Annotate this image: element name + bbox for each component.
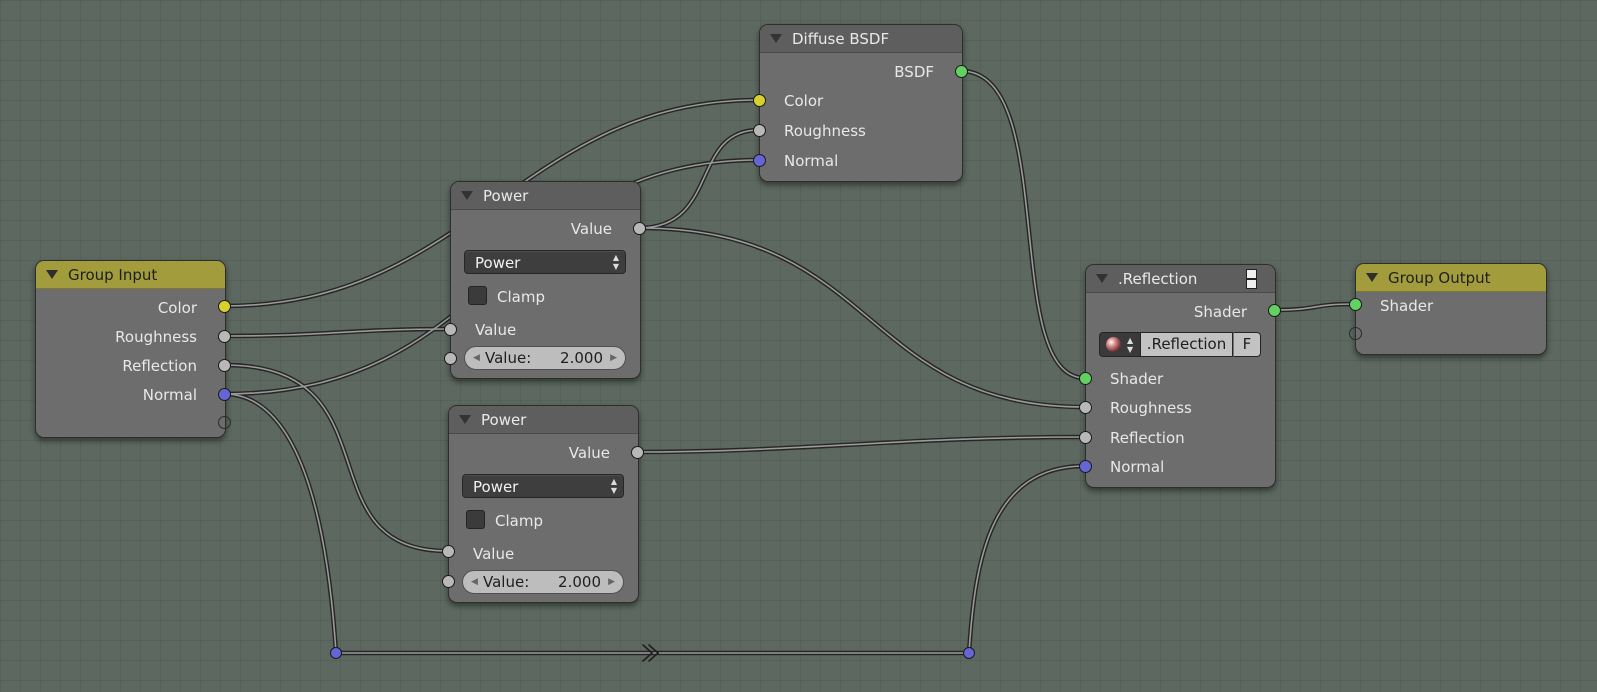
socket-in-roughness[interactable] bbox=[1078, 400, 1092, 414]
socket-out-bsdf[interactable] bbox=[954, 64, 968, 78]
node-group-icon[interactable] bbox=[1246, 269, 1264, 289]
operation-dropdown[interactable]: Power ▲ ▼ bbox=[464, 250, 626, 274]
socket-in-value[interactable] bbox=[443, 322, 457, 336]
dropdown-arrows-icon: ▲ ▼ bbox=[610, 477, 617, 495]
socket-in-empty[interactable] bbox=[1348, 326, 1362, 340]
decrement-arrow-icon[interactable]: ◀ bbox=[471, 571, 478, 593]
input-label-value: Value bbox=[473, 545, 515, 563]
node-header[interactable]: Group Input bbox=[36, 261, 225, 289]
link-power1-to-diffuse-roughness bbox=[636, 127, 762, 231]
collapse-triangle-icon[interactable] bbox=[770, 34, 782, 43]
collapse-triangle-icon[interactable] bbox=[1366, 273, 1378, 282]
value-number-field[interactable]: ◀ Value: 2.000 ▶ bbox=[464, 346, 626, 370]
field-value: 2.000 bbox=[558, 573, 601, 591]
input-label-normal: Normal bbox=[1110, 458, 1165, 476]
power-node-1[interactable]: Power Value Power ▲ ▼ Clamp Value ◀ Value… bbox=[450, 181, 641, 379]
socket-in-value-2[interactable] bbox=[441, 574, 455, 588]
output-label-color: Color bbox=[157, 299, 197, 317]
link-power1-to-reflection-roughness bbox=[636, 225, 1088, 410]
socket-in-normal[interactable] bbox=[752, 153, 766, 167]
browse-arrows-icon: ▲ ▼ bbox=[1127, 336, 1134, 354]
collapse-triangle-icon[interactable] bbox=[1096, 274, 1108, 283]
material-ball-icon bbox=[1106, 337, 1121, 352]
clamp-checkbox[interactable] bbox=[468, 286, 487, 305]
link-bsdf-to-reflection-shader bbox=[958, 68, 1088, 381]
link-reroute-to-reflection-normal bbox=[966, 463, 1088, 656]
group-input-node[interactable]: Group Input Color Roughness Reflection N… bbox=[35, 260, 226, 438]
reroute-node[interactable] bbox=[330, 647, 342, 659]
input-label-reflection: Reflection bbox=[1110, 429, 1185, 447]
input-label-normal: Normal bbox=[784, 152, 839, 170]
node-header[interactable]: Diffuse BSDF bbox=[760, 25, 962, 53]
output-label-value: Value bbox=[570, 220, 612, 238]
socket-out-color[interactable] bbox=[217, 299, 231, 313]
socket-in-normal[interactable] bbox=[1078, 459, 1092, 473]
dropdown-arrows-icon: ▲ ▼ bbox=[612, 253, 619, 271]
operation-value: Power bbox=[473, 478, 519, 496]
socket-in-shader[interactable] bbox=[1348, 297, 1362, 311]
node-group-selector[interactable]: ▲ ▼ .Reflection F bbox=[1099, 332, 1261, 357]
value-number-field[interactable]: ◀ Value: 2.000 ▶ bbox=[462, 570, 624, 594]
field-value: 2.000 bbox=[560, 349, 603, 367]
input-label-roughness: Roughness bbox=[784, 122, 866, 140]
output-label-reflection: Reflection bbox=[122, 357, 197, 375]
node-title: Power bbox=[483, 186, 529, 205]
socket-in-value-2[interactable] bbox=[443, 351, 457, 365]
socket-in-roughness[interactable] bbox=[752, 123, 766, 137]
decrement-arrow-icon[interactable]: ◀ bbox=[473, 347, 480, 369]
socket-out-shader[interactable] bbox=[1267, 303, 1281, 317]
socket-in-value[interactable] bbox=[441, 544, 455, 558]
output-label-bsdf: BSDF bbox=[894, 63, 934, 81]
output-label-shader: Shader bbox=[1193, 303, 1247, 321]
clamp-label: Clamp bbox=[497, 288, 545, 306]
node-title: .Reflection bbox=[1118, 269, 1198, 288]
group-browse-button[interactable]: ▲ ▼ bbox=[1099, 332, 1141, 357]
field-label: Value: bbox=[485, 349, 532, 367]
clamp-checkbox[interactable] bbox=[466, 510, 485, 529]
power-node-2[interactable]: Power Value Power ▲ ▼ Clamp Value ◀ Value… bbox=[448, 405, 639, 603]
input-label-roughness: Roughness bbox=[1110, 399, 1192, 417]
group-output-node[interactable]: Group Output Shader bbox=[1355, 263, 1547, 355]
socket-in-reflection[interactable] bbox=[1078, 430, 1092, 444]
node-title: Power bbox=[481, 410, 527, 429]
node-title: Group Output bbox=[1388, 268, 1491, 287]
output-label-value: Value bbox=[568, 444, 610, 462]
socket-in-color[interactable] bbox=[752, 93, 766, 107]
operation-dropdown[interactable]: Power ▲ ▼ bbox=[462, 474, 624, 498]
socket-out-reflection[interactable] bbox=[217, 358, 231, 372]
increment-arrow-icon[interactable]: ▶ bbox=[608, 571, 615, 593]
node-header[interactable]: Group Output bbox=[1356, 264, 1546, 292]
input-label-color: Color bbox=[784, 92, 824, 110]
increment-arrow-icon[interactable]: ▶ bbox=[610, 347, 617, 369]
collapse-triangle-icon[interactable] bbox=[461, 191, 473, 200]
collapse-triangle-icon[interactable] bbox=[459, 415, 471, 424]
collapse-triangle-icon[interactable] bbox=[46, 270, 58, 279]
input-label-shader: Shader bbox=[1110, 370, 1164, 388]
socket-out-roughness[interactable] bbox=[217, 329, 231, 343]
input-label-shader: Shader bbox=[1380, 297, 1434, 315]
socket-out-value[interactable] bbox=[630, 445, 644, 459]
socket-out-value[interactable] bbox=[632, 221, 646, 235]
reroute-node[interactable] bbox=[963, 647, 975, 659]
node-title: Group Input bbox=[68, 265, 158, 284]
output-label-roughness: Roughness bbox=[115, 328, 197, 346]
operation-value: Power bbox=[475, 254, 521, 272]
reflection-group-node[interactable]: .Reflection Shader Shader Roughness Refl… bbox=[1085, 264, 1276, 488]
clamp-label: Clamp bbox=[495, 512, 543, 530]
group-name-field[interactable]: .Reflection bbox=[1141, 332, 1233, 357]
node-header[interactable]: Power bbox=[449, 406, 638, 434]
node-title: Diffuse BSDF bbox=[792, 29, 890, 48]
field-label: Value: bbox=[483, 573, 530, 591]
input-label-value: Value bbox=[475, 321, 517, 339]
fake-user-button[interactable]: F bbox=[1233, 332, 1261, 357]
output-label-normal: Normal bbox=[142, 386, 197, 404]
node-header[interactable]: Power bbox=[451, 182, 640, 210]
diffuse-bsdf-node[interactable]: Diffuse BSDF BSDF Color Roughness Normal bbox=[759, 24, 963, 182]
socket-in-shader[interactable] bbox=[1078, 371, 1092, 385]
socket-out-normal[interactable] bbox=[217, 387, 231, 401]
socket-out-empty[interactable] bbox=[217, 415, 231, 429]
